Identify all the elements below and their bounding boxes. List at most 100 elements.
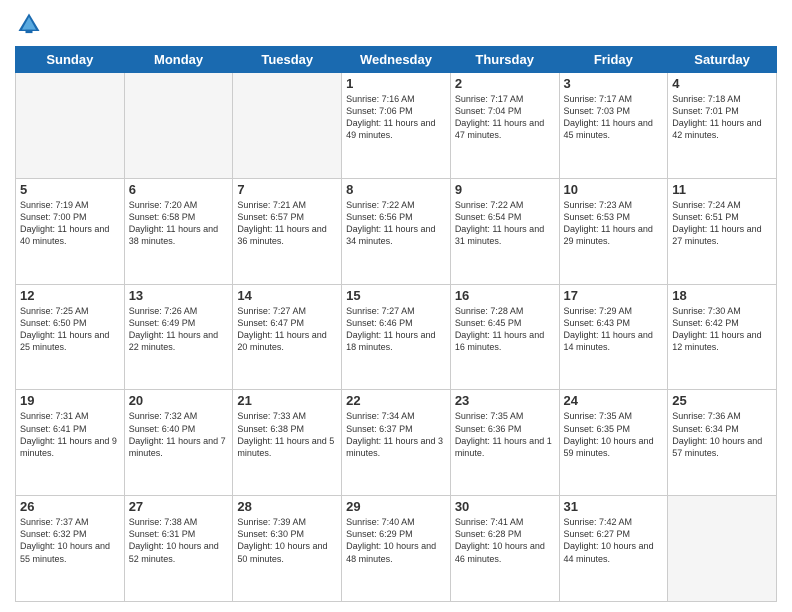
- day-number: 28: [237, 499, 337, 514]
- calendar-cell: 21 Sunrise: 7:33 AM Sunset: 6:38 PM Dayli…: [233, 390, 342, 496]
- day-info: Sunrise: 7:29 AM Sunset: 6:43 PM Dayligh…: [564, 305, 664, 354]
- day-info: Sunrise: 7:21 AM Sunset: 6:57 PM Dayligh…: [237, 199, 337, 248]
- calendar-cell: 16 Sunrise: 7:28 AM Sunset: 6:45 PM Dayli…: [450, 284, 559, 390]
- day-number: 11: [672, 182, 772, 197]
- day-info: Sunrise: 7:27 AM Sunset: 6:47 PM Dayligh…: [237, 305, 337, 354]
- day-info: Sunrise: 7:24 AM Sunset: 6:51 PM Dayligh…: [672, 199, 772, 248]
- day-number: 3: [564, 76, 664, 91]
- day-number: 23: [455, 393, 555, 408]
- day-info: Sunrise: 7:18 AM Sunset: 7:01 PM Dayligh…: [672, 93, 772, 142]
- day-number: 24: [564, 393, 664, 408]
- calendar-cell: 22 Sunrise: 7:34 AM Sunset: 6:37 PM Dayli…: [342, 390, 451, 496]
- calendar-cell: 12 Sunrise: 7:25 AM Sunset: 6:50 PM Dayli…: [16, 284, 125, 390]
- day-info: Sunrise: 7:17 AM Sunset: 7:04 PM Dayligh…: [455, 93, 555, 142]
- calendar-cell: 11 Sunrise: 7:24 AM Sunset: 6:51 PM Dayli…: [668, 178, 777, 284]
- page: SundayMondayTuesdayWednesdayThursdayFrid…: [0, 0, 792, 612]
- day-info: Sunrise: 7:26 AM Sunset: 6:49 PM Dayligh…: [129, 305, 229, 354]
- calendar-cell: 28 Sunrise: 7:39 AM Sunset: 6:30 PM Dayli…: [233, 496, 342, 602]
- calendar-cell: 2 Sunrise: 7:17 AM Sunset: 7:04 PM Daylig…: [450, 73, 559, 179]
- calendar-cell: 26 Sunrise: 7:37 AM Sunset: 6:32 PM Dayli…: [16, 496, 125, 602]
- day-number: 5: [20, 182, 120, 197]
- calendar-cell: 9 Sunrise: 7:22 AM Sunset: 6:54 PM Daylig…: [450, 178, 559, 284]
- calendar-cell: [124, 73, 233, 179]
- logo-icon: [15, 10, 43, 38]
- day-number: 12: [20, 288, 120, 303]
- weekday-header: Sunday: [16, 47, 125, 73]
- day-number: 9: [455, 182, 555, 197]
- calendar-header: SundayMondayTuesdayWednesdayThursdayFrid…: [16, 47, 777, 73]
- weekday-header: Monday: [124, 47, 233, 73]
- day-number: 25: [672, 393, 772, 408]
- calendar-cell: 19Sunrise: 7:31 AM Sunset: 6:41 PM Dayli…: [16, 390, 125, 496]
- day-number: 22: [346, 393, 446, 408]
- calendar-cell: 24 Sunrise: 7:35 AM Sunset: 6:35 PM Dayli…: [559, 390, 668, 496]
- day-info: Sunrise: 7:36 AM Sunset: 6:34 PM Dayligh…: [672, 410, 772, 459]
- calendar-cell: 13 Sunrise: 7:26 AM Sunset: 6:49 PM Dayli…: [124, 284, 233, 390]
- day-info: Sunrise: 7:32 AM Sunset: 6:40 PM Dayligh…: [129, 410, 229, 459]
- day-number: 19: [20, 393, 120, 408]
- day-number: 27: [129, 499, 229, 514]
- calendar-cell: [233, 73, 342, 179]
- weekday-row: SundayMondayTuesdayWednesdayThursdayFrid…: [16, 47, 777, 73]
- day-number: 10: [564, 182, 664, 197]
- calendar-cell: 10 Sunrise: 7:23 AM Sunset: 6:53 PM Dayli…: [559, 178, 668, 284]
- day-number: 15: [346, 288, 446, 303]
- day-number: 2: [455, 76, 555, 91]
- calendar-cell: 20Sunrise: 7:32 AM Sunset: 6:40 PM Dayli…: [124, 390, 233, 496]
- day-info: Sunrise: 7:22 AM Sunset: 6:56 PM Dayligh…: [346, 199, 446, 248]
- day-number: 13: [129, 288, 229, 303]
- day-number: 7: [237, 182, 337, 197]
- day-info: Sunrise: 7:27 AM Sunset: 6:46 PM Dayligh…: [346, 305, 446, 354]
- day-number: 21: [237, 393, 337, 408]
- week-row: 5 Sunrise: 7:19 AM Sunset: 7:00 PM Daylig…: [16, 178, 777, 284]
- calendar-cell: 6Sunrise: 7:20 AM Sunset: 6:58 PM Daylig…: [124, 178, 233, 284]
- day-info: Sunrise: 7:34 AM Sunset: 6:37 PM Dayligh…: [346, 410, 446, 459]
- day-info: Sunrise: 7:20 AM Sunset: 6:58 PM Dayligh…: [129, 199, 229, 248]
- day-info: Sunrise: 7:41 AM Sunset: 6:28 PM Dayligh…: [455, 516, 555, 565]
- day-info: Sunrise: 7:38 AM Sunset: 6:31 PM Dayligh…: [129, 516, 229, 565]
- day-info: Sunrise: 7:42 AM Sunset: 6:27 PM Dayligh…: [564, 516, 664, 565]
- day-number: 8: [346, 182, 446, 197]
- day-number: 18: [672, 288, 772, 303]
- day-info: Sunrise: 7:25 AM Sunset: 6:50 PM Dayligh…: [20, 305, 120, 354]
- day-number: 31: [564, 499, 664, 514]
- weekday-header: Thursday: [450, 47, 559, 73]
- calendar-cell: 1 Sunrise: 7:16 AM Sunset: 7:06 PM Daylig…: [342, 73, 451, 179]
- header: [15, 10, 777, 38]
- weekday-header: Saturday: [668, 47, 777, 73]
- day-number: 17: [564, 288, 664, 303]
- calendar-cell: 5 Sunrise: 7:19 AM Sunset: 7:00 PM Daylig…: [16, 178, 125, 284]
- calendar: SundayMondayTuesdayWednesdayThursdayFrid…: [15, 46, 777, 602]
- calendar-cell: 4 Sunrise: 7:18 AM Sunset: 7:01 PM Daylig…: [668, 73, 777, 179]
- logo: [15, 10, 47, 38]
- day-number: 26: [20, 499, 120, 514]
- calendar-cell: 27 Sunrise: 7:38 AM Sunset: 6:31 PM Dayli…: [124, 496, 233, 602]
- day-number: 29: [346, 499, 446, 514]
- day-number: 16: [455, 288, 555, 303]
- day-info: Sunrise: 7:39 AM Sunset: 6:30 PM Dayligh…: [237, 516, 337, 565]
- day-info: Sunrise: 7:37 AM Sunset: 6:32 PM Dayligh…: [20, 516, 120, 565]
- weekday-header: Wednesday: [342, 47, 451, 73]
- day-info: Sunrise: 7:28 AM Sunset: 6:45 PM Dayligh…: [455, 305, 555, 354]
- day-number: 30: [455, 499, 555, 514]
- day-info: Sunrise: 7:40 AM Sunset: 6:29 PM Dayligh…: [346, 516, 446, 565]
- day-info: Sunrise: 7:23 AM Sunset: 6:53 PM Dayligh…: [564, 199, 664, 248]
- calendar-cell: 14Sunrise: 7:27 AM Sunset: 6:47 PM Dayli…: [233, 284, 342, 390]
- calendar-cell: 8 Sunrise: 7:22 AM Sunset: 6:56 PM Daylig…: [342, 178, 451, 284]
- day-number: 1: [346, 76, 446, 91]
- calendar-cell: [668, 496, 777, 602]
- day-info: Sunrise: 7:33 AM Sunset: 6:38 PM Dayligh…: [237, 410, 337, 459]
- calendar-cell: 7 Sunrise: 7:21 AM Sunset: 6:57 PM Daylig…: [233, 178, 342, 284]
- day-info: Sunrise: 7:16 AM Sunset: 7:06 PM Dayligh…: [346, 93, 446, 142]
- day-info: Sunrise: 7:22 AM Sunset: 6:54 PM Dayligh…: [455, 199, 555, 248]
- day-info: Sunrise: 7:30 AM Sunset: 6:42 PM Dayligh…: [672, 305, 772, 354]
- day-info: Sunrise: 7:35 AM Sunset: 6:35 PM Dayligh…: [564, 410, 664, 459]
- calendar-cell: [16, 73, 125, 179]
- calendar-cell: 15 Sunrise: 7:27 AM Sunset: 6:46 PM Dayli…: [342, 284, 451, 390]
- weekday-header: Tuesday: [233, 47, 342, 73]
- week-row: 1 Sunrise: 7:16 AM Sunset: 7:06 PM Daylig…: [16, 73, 777, 179]
- day-number: 4: [672, 76, 772, 91]
- calendar-cell: 23 Sunrise: 7:35 AM Sunset: 6:36 PM Dayli…: [450, 390, 559, 496]
- day-info: Sunrise: 7:35 AM Sunset: 6:36 PM Dayligh…: [455, 410, 555, 459]
- day-info: Sunrise: 7:19 AM Sunset: 7:00 PM Dayligh…: [20, 199, 120, 248]
